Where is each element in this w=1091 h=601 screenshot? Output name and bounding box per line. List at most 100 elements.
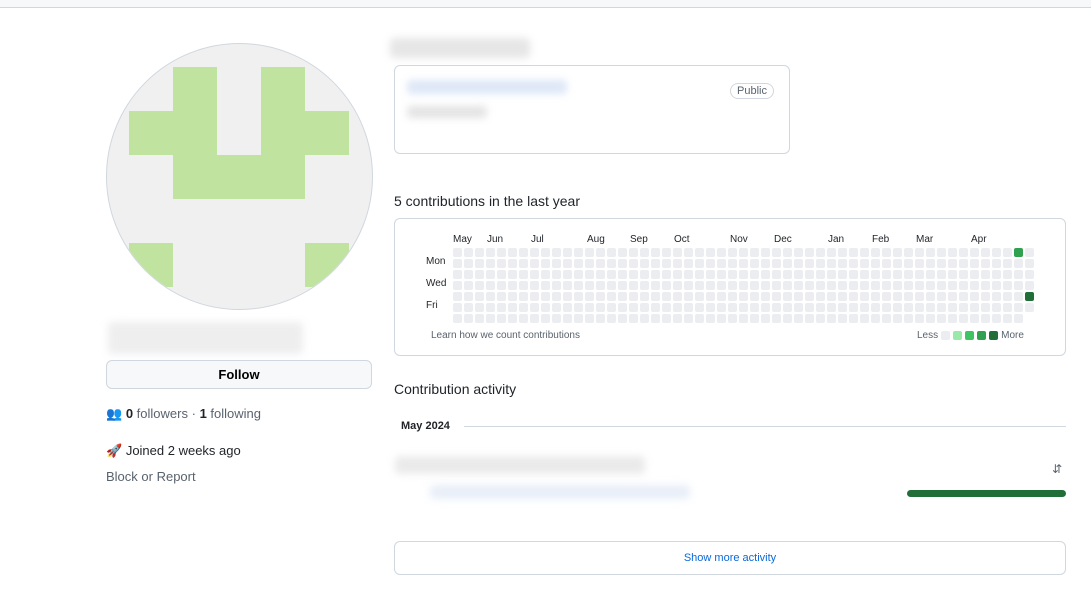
contribution-day[interactable]: [783, 314, 792, 323]
contribution-day[interactable]: [453, 248, 462, 257]
fold-icon[interactable]: ⇵: [1052, 462, 1062, 476]
contribution-day[interactable]: [640, 270, 649, 279]
contribution-day[interactable]: [794, 270, 803, 279]
contribution-day[interactable]: [728, 248, 737, 257]
contribution-day[interactable]: [585, 270, 594, 279]
contribution-day[interactable]: [651, 248, 660, 257]
contribution-day[interactable]: [816, 281, 825, 290]
contribution-day[interactable]: [794, 292, 803, 301]
contribution-day[interactable]: [486, 303, 495, 312]
contribution-day[interactable]: [860, 314, 869, 323]
contribution-day[interactable]: [596, 292, 605, 301]
contribution-day[interactable]: [750, 248, 759, 257]
contribution-day[interactable]: [1003, 270, 1012, 279]
contribution-day[interactable]: [497, 281, 506, 290]
contribution-day[interactable]: [926, 259, 935, 268]
contribution-day[interactable]: [541, 303, 550, 312]
contribution-day[interactable]: [508, 314, 517, 323]
contribution-day[interactable]: [497, 270, 506, 279]
contribution-day[interactable]: [772, 292, 781, 301]
contribution-day[interactable]: [794, 303, 803, 312]
contribution-day[interactable]: [728, 281, 737, 290]
contribution-day[interactable]: [849, 292, 858, 301]
contribution-day[interactable]: [805, 248, 814, 257]
contribution-day[interactable]: [563, 292, 572, 301]
contribution-day[interactable]: [981, 248, 990, 257]
contribution-day[interactable]: [596, 281, 605, 290]
contribution-day[interactable]: [607, 248, 616, 257]
contribution-day[interactable]: [1014, 314, 1023, 323]
contribution-day[interactable]: [761, 248, 770, 257]
contribution-day[interactable]: [596, 259, 605, 268]
contribution-day[interactable]: [959, 303, 968, 312]
contribution-day[interactable]: [805, 292, 814, 301]
contribution-day[interactable]: [882, 270, 891, 279]
contribution-day[interactable]: [673, 314, 682, 323]
contribution-day[interactable]: [827, 270, 836, 279]
contribution-day[interactable]: [629, 292, 638, 301]
pinned-repo-card[interactable]: Public: [394, 65, 790, 154]
contribution-day[interactable]: [585, 303, 594, 312]
contribution-day[interactable]: [640, 314, 649, 323]
contribution-day[interactable]: [453, 281, 462, 290]
contribution-day[interactable]: [827, 259, 836, 268]
contribution-day[interactable]: [805, 270, 814, 279]
contribution-day[interactable]: [860, 281, 869, 290]
contribution-day[interactable]: [585, 314, 594, 323]
contribution-day[interactable]: [871, 248, 880, 257]
contribution-day[interactable]: [761, 292, 770, 301]
contribution-day[interactable]: [838, 259, 847, 268]
follow-button[interactable]: Follow: [106, 360, 372, 389]
contribution-day[interactable]: [618, 259, 627, 268]
contribution-day[interactable]: [849, 259, 858, 268]
contribution-day[interactable]: [860, 303, 869, 312]
contribution-day[interactable]: [805, 259, 814, 268]
learn-contributions-link[interactable]: Learn how we count contributions: [431, 330, 580, 341]
contribution-day[interactable]: [464, 259, 473, 268]
contribution-day[interactable]: [530, 303, 539, 312]
contribution-day[interactable]: [574, 314, 583, 323]
contribution-day[interactable]: [871, 314, 880, 323]
contribution-day[interactable]: [651, 259, 660, 268]
contribution-day[interactable]: [717, 314, 726, 323]
contribution-day[interactable]: [959, 292, 968, 301]
contribution-day[interactable]: [519, 281, 528, 290]
contribution-day[interactable]: [1003, 248, 1012, 257]
contribution-day[interactable]: [1003, 292, 1012, 301]
contribution-day[interactable]: [915, 281, 924, 290]
contribution-day[interactable]: [871, 303, 880, 312]
contribution-day[interactable]: [871, 270, 880, 279]
contribution-day[interactable]: [728, 303, 737, 312]
contribution-day[interactable]: [948, 292, 957, 301]
repo-name-blurred[interactable]: [407, 80, 567, 94]
contribution-day[interactable]: [981, 303, 990, 312]
contribution-day[interactable]: [497, 314, 506, 323]
contribution-day[interactable]: [607, 303, 616, 312]
contribution-day[interactable]: [508, 259, 517, 268]
contribution-day[interactable]: [475, 248, 484, 257]
contribution-day[interactable]: [959, 270, 968, 279]
contribution-day[interactable]: [519, 303, 528, 312]
contribution-day[interactable]: [882, 281, 891, 290]
contribution-day[interactable]: [904, 270, 913, 279]
contribution-day[interactable]: [915, 259, 924, 268]
contribution-day[interactable]: [915, 303, 924, 312]
contribution-day[interactable]: [750, 281, 759, 290]
contribution-day[interactable]: [783, 292, 792, 301]
contribution-day[interactable]: [673, 281, 682, 290]
contribution-day[interactable]: [1003, 281, 1012, 290]
contribution-day[interactable]: [816, 270, 825, 279]
contribution-day[interactable]: [475, 270, 484, 279]
contribution-day[interactable]: [497, 259, 506, 268]
contribution-day[interactable]: [739, 281, 748, 290]
contribution-day[interactable]: [970, 248, 979, 257]
contribution-day[interactable]: [453, 259, 462, 268]
contribution-day[interactable]: [464, 292, 473, 301]
contribution-day[interactable]: [926, 248, 935, 257]
contribution-day[interactable]: [739, 259, 748, 268]
contribution-day[interactable]: [827, 303, 836, 312]
contribution-day[interactable]: [640, 259, 649, 268]
contribution-day[interactable]: [761, 270, 770, 279]
contribution-day[interactable]: [541, 248, 550, 257]
contribution-day[interactable]: [453, 303, 462, 312]
